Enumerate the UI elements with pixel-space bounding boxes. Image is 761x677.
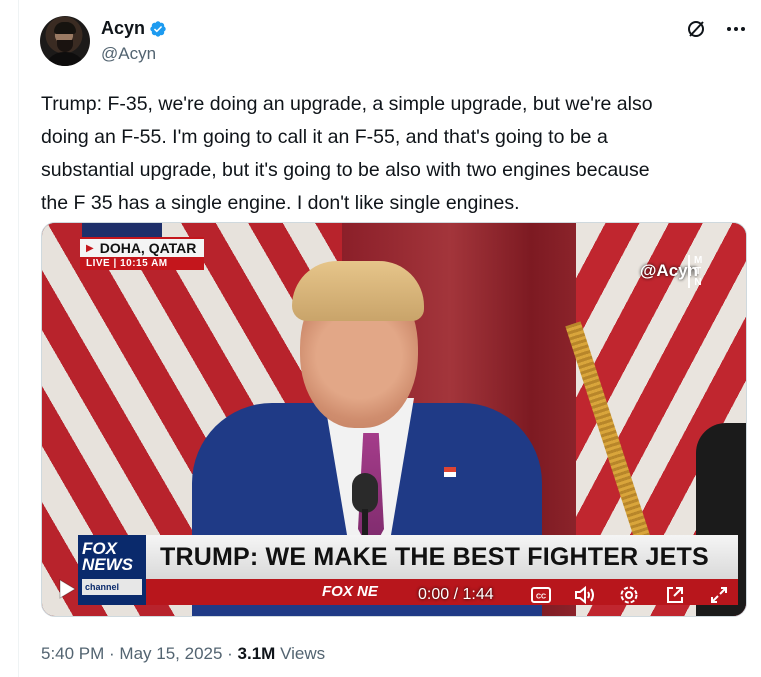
play-icon[interactable] [58, 579, 76, 604]
more-dots-icon[interactable] [725, 18, 747, 40]
flag-pin-icon [444, 467, 456, 477]
watermark-mtn: M T N [688, 255, 702, 288]
chyron-headline: TRUMP: WE MAKE THE BEST FIGHTER JETS [160, 542, 709, 571]
author-handle[interactable]: @Acyn [101, 44, 156, 64]
tweet-date[interactable]: May 15, 2025 [119, 644, 222, 663]
microphone [352, 473, 378, 513]
author-avatar[interactable] [40, 16, 90, 66]
captions-icon[interactable]: CC [530, 584, 552, 606]
live-label: LIVE [86, 258, 111, 269]
live-time: 10:15 AM [120, 258, 168, 269]
volume-icon[interactable] [574, 584, 596, 606]
triangle-icon: ▶ [86, 242, 94, 254]
settings-icon[interactable] [618, 584, 640, 606]
tweet-header-actions [685, 18, 747, 40]
network-logo: FOX NEWS channel [78, 535, 146, 605]
author-display-name[interactable]: Acyn [101, 18, 145, 39]
ticker-brand: FOX NE [322, 583, 378, 600]
verified-badge-icon [150, 20, 166, 37]
location-label: DOHA, QATAR [99, 240, 197, 256]
tweet-meta: 5:40 PM · May 15, 2025 · 3.1M Views [41, 644, 326, 663]
video-time: 0:00 / 1:44 [418, 586, 494, 603]
views-count: 3.1M [237, 644, 276, 663]
timeline-divider [18, 0, 19, 677]
author-name-row[interactable]: Acyn [101, 18, 167, 39]
slash-circle-icon[interactable] [685, 18, 707, 40]
tweet-time[interactable]: 5:40 PM [41, 644, 104, 663]
location-bug: ▶ DOHA, QATAR LIVE | 10:15 AM [80, 237, 205, 270]
popout-icon[interactable] [664, 584, 686, 606]
news-chyron: TRUMP: WE MAKE THE BEST FIGHTER JETS [78, 535, 738, 579]
fullscreen-icon[interactable] [708, 584, 730, 606]
tweet-text: Trump: F-35, we're doing an upgrade, a s… [41, 93, 653, 214]
views-label: Views [275, 644, 326, 663]
video-player[interactable]: ▶ DOHA, QATAR LIVE | 10:15 AM @Acyn M T N… [41, 222, 747, 617]
svg-text:CC: CC [536, 594, 546, 601]
